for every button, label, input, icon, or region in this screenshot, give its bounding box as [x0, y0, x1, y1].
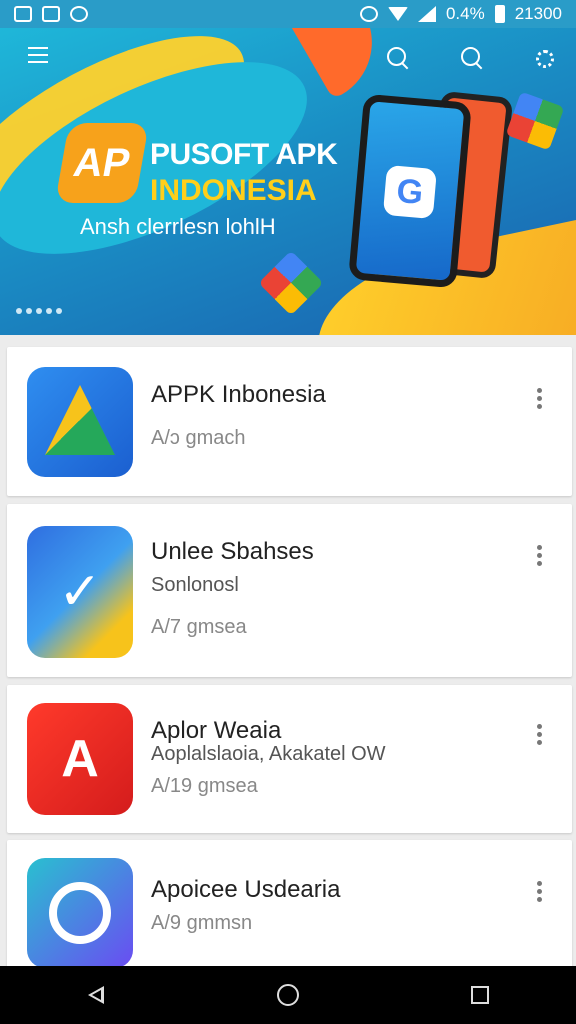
home-icon — [277, 984, 299, 1006]
ring-icon — [49, 882, 111, 944]
carousel-dot — [56, 308, 62, 314]
battery-icon — [494, 5, 505, 23]
app-name: Apoicee Usdearia — [151, 876, 341, 903]
carousel-dot — [46, 308, 52, 314]
app-name: APPK Inbonesia — [151, 381, 326, 408]
app-icon: A — [27, 703, 133, 815]
app-name: Aplor Weaia — [151, 717, 282, 744]
status-bar: 0.4% 21300 — [0, 0, 576, 28]
carousel-indicator[interactable] — [16, 308, 62, 314]
recents-button[interactable] — [460, 975, 500, 1015]
app-icon: ✓ — [27, 526, 133, 658]
more-options-icon[interactable] — [530, 878, 548, 908]
home-button[interactable] — [268, 975, 308, 1015]
notification-photo-icon — [14, 6, 32, 22]
google-icon: G — [382, 164, 437, 220]
status-left — [14, 6, 88, 22]
checkmark-icon: ✓ — [58, 563, 102, 621]
app-meta: A/9 gmmsn — [151, 912, 253, 934]
app-card[interactable]: ✓ Unlee Sbahses Sonlonosl A/7 gmsea — [7, 504, 572, 677]
banner-tagline: Ansh clerrlesn lohlH — [80, 214, 276, 239]
alarm-icon — [359, 6, 378, 22]
brand-logo-glyph: AP — [70, 140, 134, 185]
hero-banner[interactable]: AP PUSOFT APK INDONESIA Ansh clerrlesn l… — [0, 28, 576, 335]
menu-icon[interactable] — [22, 42, 54, 74]
more-options-icon[interactable] — [530, 721, 548, 751]
app-meta: A/ɔ gmach — [151, 427, 246, 449]
banner-title: PUSOFT APK — [150, 138, 338, 171]
letter-a-icon: A — [61, 730, 99, 788]
app-name: Unlee Sbahses — [151, 538, 314, 565]
phone-illustration-front: G — [348, 93, 472, 289]
play-store-icon-alt — [505, 91, 565, 151]
search-icon[interactable] — [382, 42, 414, 74]
settings-icon[interactable] — [528, 42, 560, 74]
battery-percent: 0.4% — [445, 4, 485, 23]
carousel-dot — [16, 308, 22, 314]
app-icon — [27, 367, 133, 477]
signal-icon — [417, 6, 436, 22]
app-card[interactable]: APPK Inbonesia A/ɔ gmach — [7, 347, 572, 496]
search-alt-icon[interactable] — [456, 42, 488, 74]
toolbar — [0, 28, 576, 86]
status-time: 21300 — [514, 4, 562, 23]
notification-image-icon — [42, 6, 60, 22]
carousel-dot — [26, 308, 32, 314]
carousel-dot — [36, 308, 42, 314]
google-icon-glyph: G — [395, 171, 425, 212]
banner-subtitle: INDONESIA — [150, 174, 317, 207]
more-options-icon[interactable] — [530, 385, 548, 415]
notification-settings-icon — [70, 6, 88, 22]
recents-icon — [471, 986, 489, 1004]
app-meta: A/7 gmsea — [151, 616, 247, 638]
app-subtitle: Aoplalslaoia, Akakatel OW — [151, 743, 386, 765]
wifi-icon — [387, 7, 408, 21]
back-icon — [88, 986, 104, 1004]
back-button[interactable] — [76, 975, 116, 1015]
brand-logo: AP — [54, 123, 150, 203]
status-right: 0.4% 21300 — [359, 4, 562, 24]
app-icon — [27, 858, 133, 968]
play-store-icon — [258, 250, 324, 316]
app-card[interactable]: A Aplor Weaia Aoplalslaoia, Akakatel OW … — [7, 685, 572, 833]
more-options-icon[interactable] — [530, 542, 548, 572]
system-nav-bar — [0, 966, 576, 1024]
app-card[interactable]: Apoicee Usdearia A/9 gmmsn — [7, 840, 572, 970]
app-subtitle: Sonlonosl — [151, 574, 239, 596]
app-meta: A/19 gmsea — [151, 775, 258, 797]
